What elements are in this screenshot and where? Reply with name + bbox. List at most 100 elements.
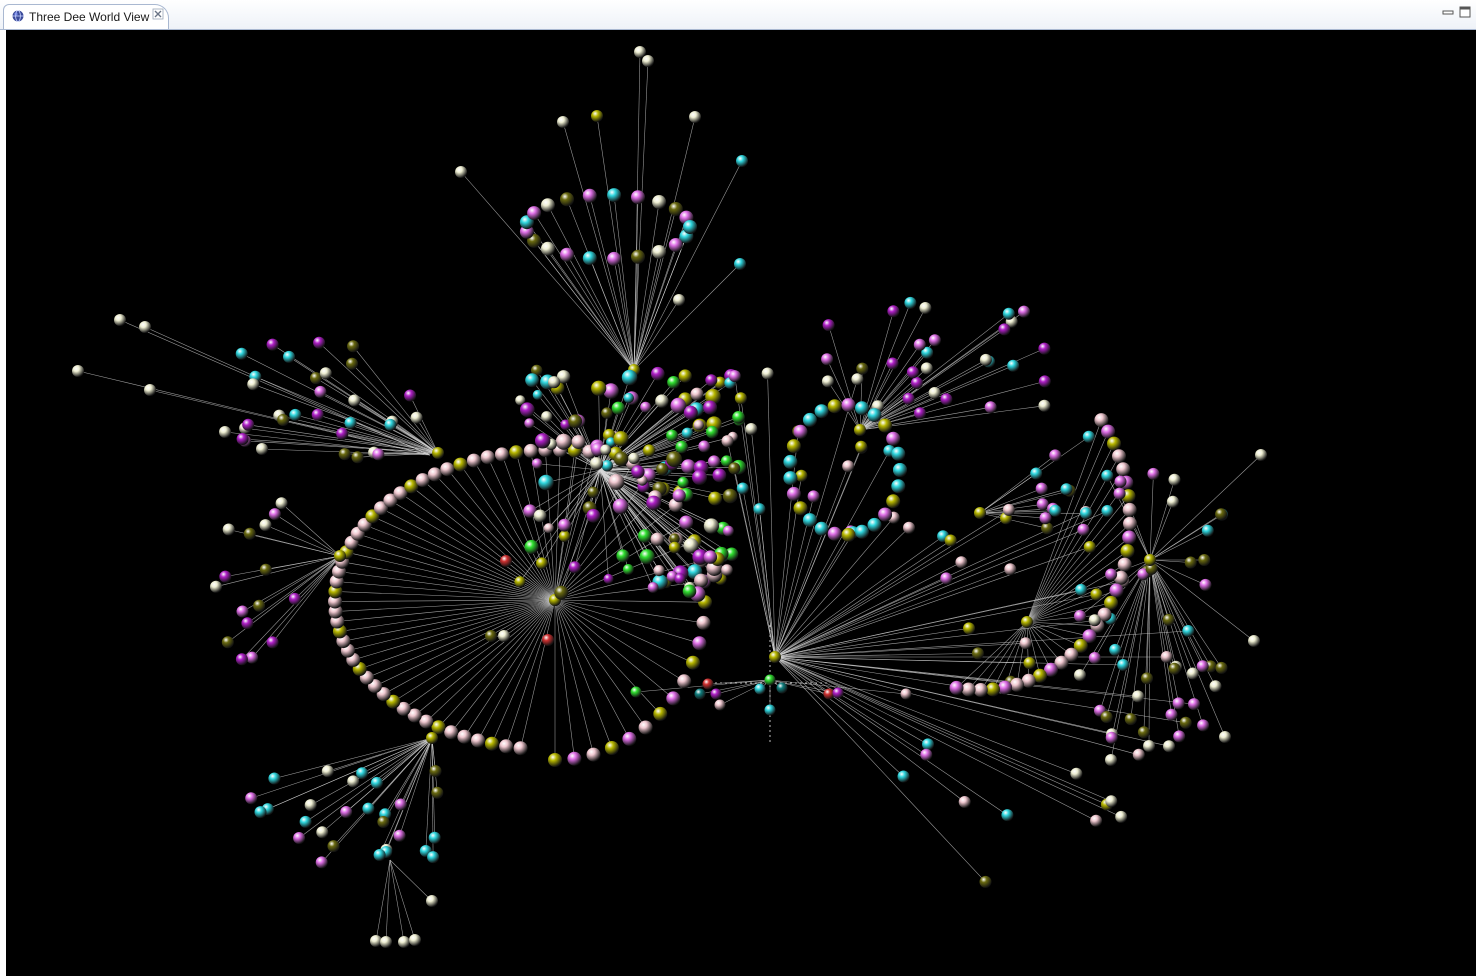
graph-node-cream[interactable] bbox=[851, 373, 864, 386]
graph-node-olive[interactable] bbox=[855, 440, 868, 453]
graph-node-cyan[interactable] bbox=[764, 704, 776, 716]
graph-node-pink[interactable] bbox=[1165, 708, 1178, 721]
graph-node-cream[interactable] bbox=[114, 314, 126, 326]
graph-node-cyan[interactable] bbox=[1080, 507, 1092, 520]
graph-node-cream[interactable] bbox=[455, 166, 467, 178]
graph-node-cyan[interactable] bbox=[601, 460, 613, 472]
graph-node-cream[interactable] bbox=[275, 497, 288, 510]
graph-node-dark_olive[interactable] bbox=[1179, 716, 1192, 729]
graph-node-blush[interactable] bbox=[1117, 557, 1132, 572]
graph-node-green[interactable] bbox=[666, 429, 679, 442]
graph-node-olive[interactable] bbox=[613, 431, 629, 447]
graph-node-pink[interactable] bbox=[1122, 530, 1137, 545]
graph-node-purple[interactable] bbox=[710, 688, 722, 700]
graph-node-cream[interactable] bbox=[1219, 731, 1231, 743]
graph-node-olive[interactable] bbox=[536, 557, 548, 570]
graph-node-pink[interactable] bbox=[1105, 731, 1118, 744]
graph-node-olive[interactable] bbox=[453, 457, 468, 472]
graph-node-blush[interactable] bbox=[1019, 637, 1032, 650]
graph-node-pink[interactable] bbox=[558, 518, 571, 532]
graph-node-blush[interactable] bbox=[961, 682, 976, 697]
graph-node-pink[interactable] bbox=[998, 680, 1013, 695]
graph-node-olive[interactable] bbox=[591, 380, 607, 396]
graph-node-purple[interactable] bbox=[242, 418, 255, 431]
graph-node-blush[interactable] bbox=[499, 739, 514, 754]
graph-node-pink[interactable] bbox=[679, 515, 694, 530]
graph-node-olive[interactable] bbox=[974, 507, 986, 519]
graph-node-dark_olive[interactable] bbox=[259, 563, 272, 576]
graph-node-olive[interactable] bbox=[1090, 588, 1103, 601]
graph-node-olive[interactable] bbox=[793, 501, 808, 516]
graph-node-green[interactable] bbox=[675, 440, 688, 454]
graph-node-blush[interactable] bbox=[900, 688, 912, 700]
graph-node-cyan[interactable] bbox=[783, 454, 798, 469]
graph-node-cream[interactable] bbox=[319, 367, 332, 380]
graph-node-purple[interactable] bbox=[311, 408, 324, 421]
graph-node-cyan[interactable] bbox=[532, 389, 543, 400]
graph-node-purple[interactable] bbox=[535, 433, 551, 449]
graph-node-pink[interactable] bbox=[786, 486, 801, 501]
graph-node-cyan[interactable] bbox=[893, 463, 907, 477]
graph-node-pink[interactable] bbox=[246, 651, 259, 664]
graph-node-purple[interactable] bbox=[703, 400, 718, 415]
graph-node-dark_olive[interactable] bbox=[1100, 711, 1113, 723]
graph-node-pink[interactable] bbox=[949, 680, 964, 695]
graph-node-cream[interactable] bbox=[144, 384, 156, 396]
graph-node-cyan[interactable] bbox=[607, 188, 622, 203]
graph-node-cyan[interactable] bbox=[736, 482, 749, 495]
graph-node-cyan[interactable] bbox=[254, 806, 267, 819]
graph-node-pink[interactable] bbox=[524, 418, 535, 429]
graph-node-blush[interactable] bbox=[1002, 503, 1015, 516]
graph-node-cream[interactable] bbox=[222, 523, 235, 536]
graph-node-blush[interactable] bbox=[571, 435, 586, 449]
graph-node-dark_olive[interactable] bbox=[1215, 661, 1228, 674]
graph-node-purple[interactable] bbox=[336, 427, 349, 440]
graph-node-blush[interactable] bbox=[1090, 814, 1103, 827]
graph-node-cyan[interactable] bbox=[814, 404, 829, 419]
graph-node-dark_olive[interactable] bbox=[1141, 672, 1153, 685]
graph-node-dark_olive[interactable] bbox=[327, 840, 340, 853]
graph-node-pink[interactable] bbox=[827, 526, 842, 541]
graph-node-cream[interactable] bbox=[72, 365, 84, 377]
graph-node-blush[interactable] bbox=[415, 473, 430, 488]
graph-node-olive[interactable] bbox=[558, 530, 571, 542]
graph-node-blush[interactable] bbox=[721, 564, 733, 576]
graph-node-blush[interactable] bbox=[955, 556, 968, 569]
graph-node-blush[interactable] bbox=[466, 453, 481, 468]
graph-node-blush[interactable] bbox=[1132, 748, 1145, 761]
graph-node-dark_olive[interactable] bbox=[277, 414, 290, 426]
graph-node-blush[interactable] bbox=[690, 387, 704, 401]
graph-node-olive[interactable] bbox=[548, 753, 562, 767]
graph-node-cream[interactable] bbox=[498, 630, 510, 642]
graph-node-purple[interactable] bbox=[568, 561, 581, 574]
graph-node-pink[interactable] bbox=[647, 582, 659, 593]
graph-node-cream[interactable] bbox=[1168, 473, 1181, 486]
close-icon[interactable] bbox=[152, 8, 164, 20]
graph-node-pink[interactable] bbox=[1173, 730, 1186, 743]
graph-node-pink[interactable] bbox=[681, 459, 696, 474]
graph-node-purple[interactable] bbox=[902, 392, 915, 405]
graph-node-purple[interactable] bbox=[520, 402, 535, 418]
graph-node-pink[interactable] bbox=[913, 338, 926, 351]
graph-node-pink[interactable] bbox=[841, 398, 856, 413]
graph-node-purple[interactable] bbox=[998, 323, 1011, 336]
graph-node-teal[interactable] bbox=[776, 682, 788, 694]
graph-node-pink[interactable] bbox=[1196, 660, 1209, 673]
graph-node-cream[interactable] bbox=[557, 116, 569, 128]
graph-node-cream[interactable] bbox=[316, 826, 329, 839]
graph-node-purple[interactable] bbox=[822, 319, 835, 332]
graph-node-olive[interactable] bbox=[334, 550, 346, 562]
graph-node-purple[interactable] bbox=[914, 407, 926, 420]
graph-node-cream[interactable] bbox=[689, 111, 701, 123]
graph-node-dark_olive[interactable] bbox=[431, 786, 444, 799]
graph-node-purple[interactable] bbox=[313, 336, 326, 349]
graph-node-blush[interactable] bbox=[471, 733, 485, 748]
graph-node-purple[interactable] bbox=[266, 338, 279, 351]
graph-node-olive[interactable] bbox=[426, 732, 438, 744]
graph-node-blush[interactable] bbox=[444, 725, 459, 740]
graph-node-pink[interactable] bbox=[672, 489, 686, 503]
graph-node-dark_olive[interactable] bbox=[377, 816, 390, 828]
graph-node-dark_olive[interactable] bbox=[485, 630, 497, 642]
graph-node-pink[interactable] bbox=[1039, 512, 1052, 525]
graph-node-cream[interactable] bbox=[928, 387, 941, 399]
